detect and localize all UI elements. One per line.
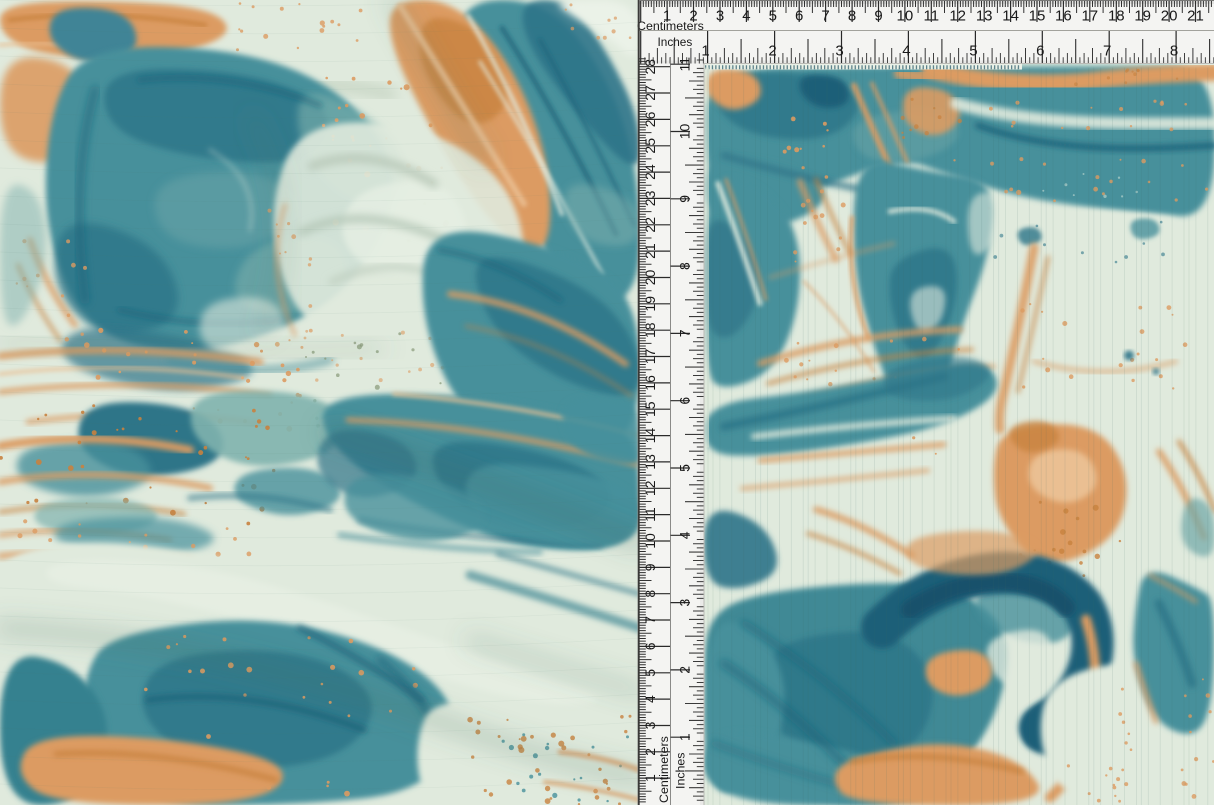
- svg-text:6: 6: [677, 397, 693, 405]
- svg-text:15: 15: [642, 401, 658, 417]
- svg-text:14: 14: [642, 428, 658, 444]
- svg-text:17: 17: [1081, 8, 1098, 25]
- svg-text:22: 22: [642, 217, 658, 233]
- svg-text:8: 8: [642, 590, 658, 598]
- svg-text:11: 11: [642, 507, 658, 522]
- svg-text:19: 19: [642, 296, 658, 312]
- svg-text:18: 18: [642, 322, 658, 338]
- svg-text:5: 5: [677, 464, 693, 472]
- svg-text:23: 23: [642, 190, 658, 206]
- svg-text:1: 1: [701, 43, 709, 60]
- svg-text:9: 9: [874, 8, 882, 25]
- svg-text:20: 20: [1161, 8, 1178, 25]
- svg-text:28: 28: [642, 59, 658, 75]
- svg-text:6: 6: [642, 642, 658, 650]
- svg-text:10: 10: [897, 8, 914, 25]
- svg-text:6: 6: [1036, 43, 1044, 60]
- svg-text:25: 25: [642, 138, 658, 154]
- svg-text:17: 17: [642, 349, 658, 365]
- svg-text:12: 12: [949, 8, 966, 25]
- svg-text:21: 21: [642, 243, 658, 259]
- svg-text:27: 27: [642, 85, 658, 101]
- svg-text:4: 4: [677, 531, 693, 539]
- svg-text:26: 26: [642, 111, 658, 127]
- svg-text:8: 8: [677, 262, 693, 270]
- svg-text:3: 3: [677, 598, 693, 606]
- svg-text:1: 1: [677, 733, 693, 741]
- svg-text:14: 14: [1002, 8, 1019, 25]
- svg-text:8: 8: [1170, 43, 1178, 60]
- svg-text:Inches: Inches: [658, 35, 693, 49]
- svg-text:3: 3: [835, 43, 843, 60]
- svg-text:24: 24: [642, 164, 658, 180]
- svg-text:4: 4: [902, 43, 910, 60]
- svg-text:13: 13: [976, 8, 993, 25]
- svg-text:2: 2: [677, 666, 693, 674]
- svg-text:2: 2: [768, 43, 776, 60]
- svg-text:21: 21: [1187, 8, 1204, 25]
- svg-text:20: 20: [642, 270, 658, 286]
- svg-text:3: 3: [716, 8, 724, 25]
- svg-text:12: 12: [642, 480, 658, 496]
- svg-text:16: 16: [1055, 8, 1072, 25]
- svg-text:4: 4: [742, 8, 750, 25]
- svg-text:5: 5: [969, 43, 977, 60]
- svg-text:6: 6: [795, 8, 803, 25]
- svg-text:2: 2: [642, 748, 658, 756]
- svg-text:7: 7: [1103, 43, 1111, 60]
- svg-text:5: 5: [642, 669, 658, 677]
- svg-text:10: 10: [677, 124, 693, 140]
- svg-text:5: 5: [769, 8, 777, 25]
- svg-text:10: 10: [642, 533, 658, 549]
- svg-text:1: 1: [642, 774, 658, 782]
- svg-text:Centimeters: Centimeters: [657, 736, 671, 803]
- svg-text:19: 19: [1134, 8, 1151, 25]
- svg-text:11: 11: [924, 8, 940, 25]
- svg-text:7: 7: [821, 8, 829, 25]
- svg-text:18: 18: [1108, 8, 1125, 25]
- svg-text:3: 3: [642, 721, 658, 729]
- svg-text:8: 8: [848, 8, 856, 25]
- svg-text:7: 7: [642, 616, 658, 624]
- svg-text:15: 15: [1029, 8, 1046, 25]
- svg-text:7: 7: [677, 329, 693, 337]
- svg-text:13: 13: [642, 454, 658, 470]
- svg-text:9: 9: [642, 563, 658, 571]
- svg-text:11: 11: [677, 57, 693, 72]
- svg-text:16: 16: [642, 375, 658, 391]
- svg-text:9: 9: [677, 195, 693, 203]
- svg-text:4: 4: [642, 695, 658, 703]
